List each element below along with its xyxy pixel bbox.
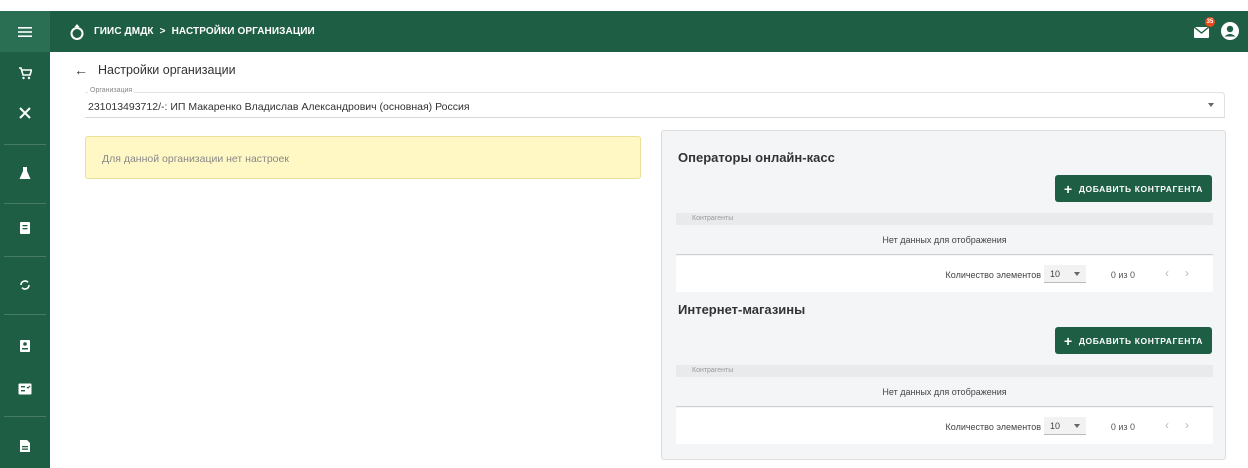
document-icon	[20, 440, 30, 452]
add-counterparty-label: ДОБАВИТЬ КОНТРАГЕНТА	[1078, 183, 1203, 194]
back-arrow-icon[interactable]: ←	[74, 62, 88, 78]
table-header: Контрагенты	[676, 365, 1213, 377]
header-bar: ГИИС ДМДК > НАСТРОЙКИ ОРГАНИЗАЦИИ 35	[50, 11, 1248, 52]
column-header-counterparties[interactable]: Контрагенты	[692, 215, 733, 222]
page-size-select[interactable]: 10	[1044, 417, 1086, 435]
sidebar-item-tools[interactable]	[0, 103, 50, 123]
table-pager: Количество элементов 10 0 из 0 ‹ ›	[676, 408, 1213, 444]
list-check-icon	[18, 383, 32, 395]
add-counterparty-button[interactable]: + ДОБАВИТЬ КОНТРАГЕНТА	[1055, 327, 1212, 354]
sidebar-item-cart[interactable]	[0, 63, 50, 83]
empty-message: Нет данных для отображения	[882, 387, 1007, 397]
menu-icon	[18, 26, 32, 37]
page-title: Настройки организации	[98, 63, 236, 77]
sidebar-item-reports[interactable]	[0, 217, 50, 237]
column-header-counterparties[interactable]: Контрагенты	[692, 367, 733, 374]
section-title-online-stores: Интернет-магазины	[678, 302, 806, 317]
page-size-value: 10	[1050, 269, 1061, 279]
sidebar-item-exchange[interactable]	[0, 275, 50, 295]
no-settings-text: Для данной организации нет настроек	[102, 153, 289, 165]
add-counterparty-button[interactable]: + ДОБАВИТЬ КОНТРАГЕНТА	[1055, 175, 1212, 202]
mail-badge: 35	[1205, 17, 1215, 27]
empty-message: Нет данных для отображения	[882, 235, 1007, 245]
organization-value: 231013493712/-: ИП Макаренко Владислав А…	[88, 101, 470, 113]
table-header: Контрагенты	[676, 213, 1213, 225]
no-settings-alert: Для данной организации нет настроек	[85, 136, 641, 179]
user-account-icon[interactable]	[1220, 21, 1240, 41]
page-size-select[interactable]: 10	[1044, 265, 1086, 283]
prev-page-icon[interactable]: ‹	[1165, 266, 1169, 280]
add-counterparty-label: ДОБАВИТЬ КОНТРАГЕНТА	[1078, 335, 1203, 346]
sidebar-item-documents[interactable]	[0, 436, 50, 456]
sidebar	[0, 11, 50, 468]
organization-label: Организация	[88, 87, 135, 94]
breadcrumb-current: НАСТРОЙКИ ОРГАНИЗАЦИИ	[171, 26, 315, 37]
page-size-label: Количество элементов	[945, 422, 1041, 432]
next-page-icon[interactable]: ›	[1185, 266, 1189, 280]
flask-icon	[19, 167, 31, 179]
breadcrumb: ГИИС ДМДК > НАСТРОЙКИ ОРГАНИЗАЦИИ	[94, 26, 315, 37]
id-card-icon	[20, 340, 30, 352]
page-size-value: 10	[1050, 421, 1061, 431]
sync-icon	[20, 280, 30, 290]
chevron-down-icon	[1074, 272, 1080, 276]
sidebar-item-checklist[interactable]	[0, 379, 50, 399]
page-size-label: Количество элементов	[945, 270, 1041, 280]
table-empty-row: Нет данных для отображения	[676, 381, 1213, 407]
page-count: 0 из 0	[1110, 270, 1135, 280]
sidebar-item-lab[interactable]	[0, 163, 50, 183]
cart-icon	[19, 67, 32, 80]
page-count: 0 из 0	[1110, 422, 1135, 432]
tools-icon	[19, 107, 31, 119]
breadcrumb-root[interactable]: ГИИС ДМДК	[94, 26, 154, 37]
chevron-down-icon	[1074, 424, 1080, 428]
plus-icon: +	[1064, 332, 1073, 349]
table-pager: Количество элементов 10 0 из 0 ‹ ›	[676, 256, 1213, 292]
notifications-button[interactable]: 35	[1192, 17, 1215, 42]
sidebar-item-registry[interactable]	[0, 336, 50, 356]
dropdown-arrow-icon	[1208, 103, 1214, 107]
menu-button[interactable]	[0, 11, 50, 52]
organization-select[interactable]: Организация 231013493712/-: ИП Макаренко…	[85, 87, 1225, 118]
section-title-online-cashboxes: Операторы онлайн-касс	[678, 150, 835, 165]
table-empty-row: Нет данных для отображения	[676, 229, 1213, 255]
clipboard-icon	[20, 222, 30, 234]
plus-icon: +	[1064, 180, 1073, 197]
logo-ring-icon	[70, 23, 84, 40]
prev-page-icon[interactable]: ‹	[1165, 418, 1169, 432]
next-page-icon[interactable]: ›	[1185, 418, 1189, 432]
counterparties-panel: Операторы онлайн-касс + ДОБАВИТЬ КОНТРАГ…	[661, 130, 1226, 460]
breadcrumb-separator: >	[159, 26, 166, 37]
